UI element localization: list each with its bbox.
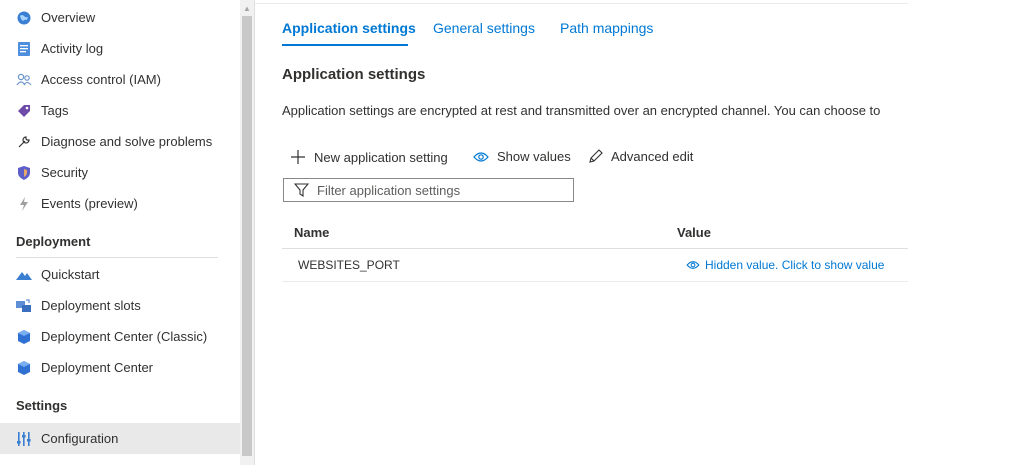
sidebar-item-label: Tags <box>41 103 69 118</box>
section-title: Application settings <box>282 66 426 83</box>
plus-icon <box>290 149 306 165</box>
scroll-thumb[interactable] <box>242 16 252 456</box>
wrench-icon <box>16 134 32 150</box>
sidebar-item-deployment-center-classic[interactable]: Deployment Center (Classic) <box>0 321 240 352</box>
sidebar-item-label: Activity log <box>41 41 104 56</box>
sidebar-item-access-control[interactable]: Access control (IAM) <box>0 64 240 95</box>
globe-icon <box>16 10 32 26</box>
sidebar-item-configuration[interactable]: Configuration <box>0 423 240 454</box>
sidebar-item-label: Deployment Center (Classic) <box>41 329 208 344</box>
lightning-icon <box>16 196 32 212</box>
scroll-up-icon[interactable]: ▲ <box>240 0 254 16</box>
tab-application-settings[interactable]: Application settings <box>282 20 416 36</box>
sliders-icon <box>16 431 32 447</box>
cloud-icon <box>16 267 32 283</box>
sidebar-item-deployment-slots[interactable]: Deployment slots <box>0 290 240 321</box>
active-tab-indicator <box>282 44 408 46</box>
filter-icon <box>294 183 309 197</box>
show-values-button[interactable]: Show values <box>473 149 571 164</box>
sidebar-item-overview[interactable]: Overview <box>0 2 240 33</box>
shield-icon <box>16 165 32 181</box>
sidebar-item-label: Configuration <box>41 431 119 446</box>
tab-general-settings[interactable]: General settings <box>433 20 535 36</box>
eye-icon <box>473 151 489 163</box>
tab-path-mappings[interactable]: Path mappings <box>560 20 653 36</box>
people-icon <box>16 72 32 88</box>
new-application-setting-button[interactable]: New application setting <box>290 149 448 165</box>
table-row-divider <box>282 281 908 282</box>
sidebar-item-label: Events (preview) <box>41 196 138 211</box>
sidebar-item-events[interactable]: Events (preview) <box>0 188 240 219</box>
resource-menu: Overview Activity log Access control (IA… <box>0 0 240 465</box>
hidden-value-label: Hidden value. Click to show value <box>705 258 885 272</box>
table-header-divider <box>282 248 908 249</box>
new-application-setting-label: New application setting <box>314 149 448 165</box>
cube-icon <box>16 360 32 376</box>
cube-icon <box>16 329 32 345</box>
sidebar-item-label: Quickstart <box>41 267 100 282</box>
hidden-value-link[interactable]: Hidden value. Click to show value <box>686 258 884 272</box>
sidebar-item-quickstart[interactable]: Quickstart <box>0 259 240 290</box>
sidebar-item-tags[interactable]: Tags <box>0 95 240 126</box>
sidebar-scrollbar[interactable]: ▲ <box>240 0 254 465</box>
section-divider <box>16 257 218 258</box>
sidebar-item-label: Overview <box>41 10 96 25</box>
sidebar-item-label: Diagnose and solve problems <box>41 134 213 149</box>
advanced-edit-button[interactable]: Advanced edit <box>588 149 693 164</box>
show-values-label: Show values <box>497 149 571 164</box>
sidebar-item-diagnose[interactable]: Diagnose and solve problems <box>0 126 240 157</box>
sidebar-item-label: Access control (IAM) <box>41 72 161 87</box>
section-header-deployment: Deployment <box>16 234 91 249</box>
sidebar-item-activity-log[interactable]: Activity log <box>0 33 240 64</box>
filter-input[interactable] <box>317 182 557 198</box>
section-header-settings: Settings <box>16 398 68 413</box>
eye-icon <box>686 260 700 270</box>
column-header-value[interactable]: Value <box>677 225 711 240</box>
section-description: Application settings are encrypted at re… <box>282 103 881 118</box>
sidebar-item-label: Deployment Center <box>41 360 153 375</box>
table-row-name[interactable]: WEBSITES_PORT <box>298 258 400 272</box>
column-header-name[interactable]: Name <box>294 225 329 240</box>
pane-divider <box>254 0 255 465</box>
header-divider <box>255 3 908 4</box>
pencil-icon <box>588 149 603 164</box>
slots-icon <box>16 298 32 314</box>
sidebar-item-label: Deployment slots <box>41 298 141 313</box>
filter-field[interactable] <box>283 178 574 202</box>
sidebar-item-security[interactable]: Security <box>0 157 240 188</box>
tag-icon <box>16 103 32 119</box>
log-icon <box>16 41 32 57</box>
sidebar-item-label: Security <box>41 165 88 180</box>
sidebar-item-deployment-center[interactable]: Deployment Center <box>0 352 240 383</box>
advanced-edit-label: Advanced edit <box>611 149 694 164</box>
